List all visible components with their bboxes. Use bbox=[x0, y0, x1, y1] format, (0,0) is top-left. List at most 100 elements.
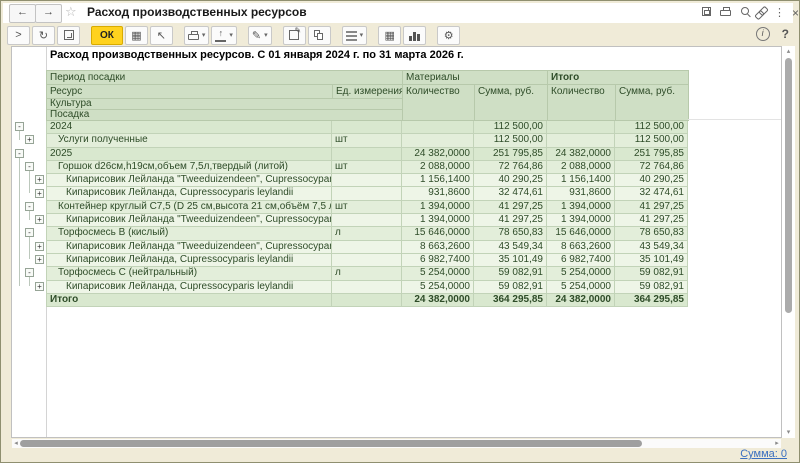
cell-sum-materials[interactable]: 72 764,86 bbox=[474, 161, 547, 174]
header-materials-sum[interactable]: Сумма, руб. bbox=[475, 85, 548, 121]
settings-button[interactable]: ⚙ bbox=[437, 26, 460, 45]
pointer-mode-button[interactable]: ↖ bbox=[150, 26, 173, 45]
cell-qty-total[interactable] bbox=[547, 121, 615, 134]
collapse-toggle-icon[interactable]: - bbox=[25, 202, 34, 211]
generate-report-button[interactable]: > bbox=[7, 26, 30, 45]
horizontal-scrollbar[interactable]: ◂ ▸ bbox=[12, 439, 781, 448]
cell-sum-total[interactable]: 35 101,49 bbox=[615, 254, 688, 267]
refresh-button[interactable]: ↻ bbox=[32, 26, 55, 45]
cell-resource[interactable]: Кипарисовик Лейланда "Tweeduizendeen", C… bbox=[46, 214, 332, 227]
cell-sum-materials[interactable]: 43 549,34 bbox=[474, 241, 547, 254]
cell-qty-materials[interactable]: 6 982,7400 bbox=[402, 254, 474, 267]
header-total-qty[interactable]: Количество bbox=[548, 85, 616, 121]
cell-qty-materials[interactable]: 2 088,0000 bbox=[402, 161, 474, 174]
cell-sum-materials[interactable]: 59 082,91 bbox=[474, 281, 547, 294]
cell-unit[interactable] bbox=[332, 187, 402, 200]
cell-qty-materials[interactable]: 24 382,0000 bbox=[402, 294, 474, 307]
print-dropdown-button[interactable]: ▾ bbox=[184, 26, 210, 45]
edit-button[interactable] bbox=[283, 26, 306, 45]
header-unit[interactable]: Ед. измерения bbox=[333, 85, 403, 99]
cell-sum-total[interactable]: 112 500,00 bbox=[615, 134, 688, 147]
cell-sum-materials[interactable]: 59 082,91 bbox=[474, 267, 547, 280]
cell-unit[interactable] bbox=[332, 281, 402, 294]
cell-sum-total[interactable]: 40 290,25 bbox=[615, 174, 688, 187]
cell-qty-total[interactable]: 1 394,0000 bbox=[547, 201, 615, 214]
sum-status-link[interactable]: Сумма: 0 bbox=[740, 448, 787, 460]
cell-qty-total[interactable]: 8 663,2600 bbox=[547, 241, 615, 254]
cell-qty-total[interactable]: 2 088,0000 bbox=[547, 161, 615, 174]
draw-dropdown-button[interactable]: ✎▾ bbox=[248, 26, 272, 45]
table-view-button[interactable]: ▦ bbox=[378, 26, 401, 45]
cell-qty-materials[interactable]: 1 394,0000 bbox=[402, 214, 474, 227]
header-total[interactable]: Итого bbox=[548, 71, 689, 85]
cell-sum-total[interactable]: 112 500,00 bbox=[615, 121, 688, 134]
cell-unit[interactable] bbox=[332, 121, 402, 134]
cell-qty-total[interactable]: 5 254,0000 bbox=[547, 281, 615, 294]
cell-unit[interactable] bbox=[332, 214, 402, 227]
cell-resource[interactable]: Кипарисовик Лейланда, Cupressocyparis le… bbox=[46, 281, 332, 294]
collapse-toggle-icon[interactable]: - bbox=[15, 149, 24, 158]
cell-sum-materials[interactable]: 35 101,49 bbox=[474, 254, 547, 267]
cell-qty-total[interactable]: 24 382,0000 bbox=[547, 148, 615, 161]
help-icon[interactable]: ? bbox=[782, 27, 789, 41]
cell-sum-materials[interactable]: 112 500,00 bbox=[474, 121, 547, 134]
cell-resource[interactable]: Кипарисовик Лейланда, Cupressocyparis le… bbox=[46, 254, 332, 267]
cell-resource[interactable]: Итого bbox=[46, 294, 332, 307]
cell-qty-total[interactable]: 24 382,0000 bbox=[547, 294, 615, 307]
cell-qty-materials[interactable]: 1 394,0000 bbox=[402, 201, 474, 214]
cell-sum-materials[interactable]: 41 297,25 bbox=[474, 201, 547, 214]
cell-sum-materials[interactable]: 40 290,25 bbox=[474, 174, 547, 187]
horizontal-scroll-thumb[interactable] bbox=[20, 440, 642, 447]
cell-qty-materials[interactable]: 15 646,0000 bbox=[402, 227, 474, 240]
copy-button[interactable] bbox=[308, 26, 331, 45]
save-icon[interactable] bbox=[699, 6, 714, 20]
expand-toggle-icon[interactable]: + bbox=[35, 215, 44, 224]
cell-sum-total[interactable]: 251 795,85 bbox=[615, 148, 688, 161]
cell-qty-total[interactable]: 6 982,7400 bbox=[547, 254, 615, 267]
cell-resource[interactable]: 2025 bbox=[46, 148, 332, 161]
cell-resource[interactable]: Торфосмесь В (кислый) bbox=[46, 227, 332, 240]
expand-toggle-icon[interactable]: + bbox=[35, 242, 44, 251]
chart-view-button[interactable] bbox=[403, 26, 426, 45]
cell-sum-total[interactable]: 41 297,25 bbox=[615, 214, 688, 227]
cell-qty-total[interactable]: 1 394,0000 bbox=[547, 214, 615, 227]
expand-toggle-icon[interactable]: + bbox=[35, 189, 44, 198]
cell-qty-materials[interactable]: 5 254,0000 bbox=[402, 281, 474, 294]
scroll-up-icon[interactable]: ▴ bbox=[783, 47, 794, 57]
cell-sum-total[interactable]: 78 650,83 bbox=[615, 227, 688, 240]
cell-resource[interactable]: 2024 bbox=[46, 121, 332, 134]
cell-unit[interactable] bbox=[332, 241, 402, 254]
forward-button[interactable]: → bbox=[35, 4, 62, 23]
cell-sum-total[interactable]: 364 295,85 bbox=[615, 294, 688, 307]
cell-unit[interactable]: шт bbox=[332, 134, 402, 147]
cell-sum-total[interactable]: 32 474,61 bbox=[615, 187, 688, 200]
cell-unit[interactable] bbox=[332, 254, 402, 267]
cell-sum-total[interactable]: 59 082,91 bbox=[615, 267, 688, 280]
cell-qty-materials[interactable]: 931,8600 bbox=[402, 187, 474, 200]
favorite-star-icon[interactable]: ☆ bbox=[65, 4, 77, 20]
cell-qty-materials[interactable] bbox=[402, 121, 474, 134]
cell-qty-total[interactable] bbox=[547, 134, 615, 147]
link-icon[interactable] bbox=[754, 6, 769, 20]
back-button[interactable]: ← bbox=[9, 4, 36, 23]
header-materials-qty[interactable]: Количество bbox=[403, 85, 475, 121]
cell-resource[interactable]: Горшок d26см,h19см,объем 7,5л,твердый (л… bbox=[46, 161, 332, 174]
cell-sum-materials[interactable]: 41 297,25 bbox=[474, 214, 547, 227]
more-icon[interactable]: ⋮ bbox=[772, 6, 787, 20]
cell-qty-materials[interactable]: 1 156,1400 bbox=[402, 174, 474, 187]
cell-unit[interactable]: шт bbox=[332, 201, 402, 214]
cell-unit[interactable]: л bbox=[332, 267, 402, 280]
cell-resource[interactable]: Торфосмесь С (нейтральный) bbox=[46, 267, 332, 280]
ok-button[interactable]: ОК bbox=[91, 26, 123, 45]
expand-toggle-icon[interactable]: + bbox=[35, 175, 44, 184]
cell-qty-materials[interactable] bbox=[402, 134, 474, 147]
cell-unit[interactable]: шт bbox=[332, 161, 402, 174]
cell-qty-total[interactable]: 1 156,1400 bbox=[547, 174, 615, 187]
cell-resource[interactable]: Кипарисовик Лейланда "Tweeduizendeen", C… bbox=[46, 174, 332, 187]
collapse-toggle-icon[interactable]: - bbox=[25, 162, 34, 171]
cell-sum-materials[interactable]: 251 795,85 bbox=[474, 148, 547, 161]
print-icon[interactable] bbox=[718, 6, 733, 20]
cell-sum-materials[interactable]: 112 500,00 bbox=[474, 134, 547, 147]
cell-qty-total[interactable]: 5 254,0000 bbox=[547, 267, 615, 280]
cell-qty-total[interactable]: 931,8600 bbox=[547, 187, 615, 200]
